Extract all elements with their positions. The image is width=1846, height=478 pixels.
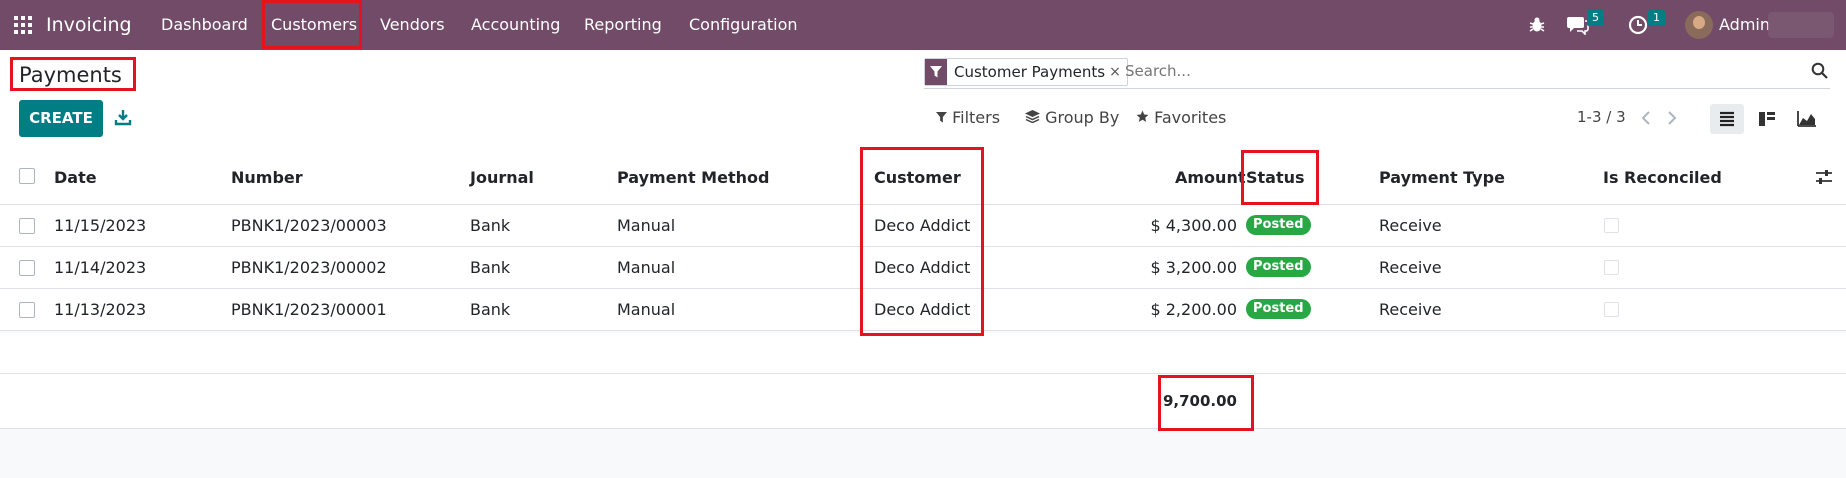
search-underline — [924, 88, 1830, 89]
cell-amount: $ 4,300.00 — [1150, 216, 1237, 235]
groupby-label: Group By — [1045, 108, 1120, 127]
cell-payment-type: Receive — [1379, 258, 1442, 277]
select-all-checkbox[interactable] — [19, 168, 35, 184]
pager-previous-icon[interactable] — [1640, 110, 1652, 126]
cell-payment-method: Manual — [617, 300, 676, 319]
favorites-label: Favorites — [1154, 108, 1227, 127]
user-avatar[interactable] — [1685, 11, 1713, 39]
cell-journal: Bank — [470, 216, 511, 235]
column-header-status[interactable]: Status — [1246, 168, 1305, 187]
cell-date: 11/14/2023 — [54, 258, 147, 277]
column-header-date[interactable]: Date — [54, 168, 97, 187]
menu-vendors[interactable]: Vendors — [380, 0, 445, 50]
cell-customer: Deco Addict — [874, 300, 971, 319]
cell-amount: $ 2,200.00 — [1150, 300, 1237, 319]
cell-payment-type: Receive — [1379, 216, 1442, 235]
layers-icon — [1025, 110, 1040, 124]
user-name[interactable]: Admin — [1719, 0, 1770, 50]
cell-customer: Deco Addict — [874, 216, 971, 235]
menu-customers[interactable]: Customers — [271, 0, 357, 50]
apps-menu-icon[interactable] — [14, 16, 32, 34]
cell-payment-method: Manual — [617, 216, 676, 235]
search-input[interactable] — [1125, 58, 1805, 84]
activities-count-badge: 1 — [1648, 10, 1665, 26]
kanban-view-button[interactable] — [1750, 104, 1784, 134]
column-header-journal[interactable]: Journal — [470, 168, 534, 187]
pager-value[interactable]: 1-3 / 3 — [1577, 108, 1626, 126]
is-reconciled-checkbox — [1604, 218, 1619, 233]
graph-view-button[interactable] — [1790, 104, 1824, 134]
is-reconciled-checkbox — [1604, 260, 1619, 275]
cell-payment-type: Receive — [1379, 300, 1442, 319]
is-reconciled-checkbox — [1604, 302, 1619, 317]
column-header-number[interactable]: Number — [231, 168, 303, 187]
pager-next-icon[interactable] — [1666, 110, 1678, 126]
page-title: Payments — [19, 63, 122, 87]
app-name[interactable]: Invoicing — [46, 0, 132, 50]
facet-label: Customer Payments — [954, 63, 1106, 81]
status-badge: Posted — [1246, 299, 1311, 319]
filters-dropdown[interactable]: Filters — [936, 108, 1000, 127]
filter-icon — [936, 112, 947, 123]
column-header-amount[interactable]: Amount — [1175, 168, 1245, 187]
column-header-customer[interactable]: Customer — [874, 168, 961, 187]
favorites-dropdown[interactable]: Favorites — [1136, 108, 1226, 127]
list-view-icon — [1720, 111, 1734, 127]
area-chart-icon — [1797, 111, 1816, 127]
cell-number: PBNK1/2023/00003 — [231, 216, 387, 235]
search-facet[interactable]: Customer Payments × — [924, 58, 1128, 86]
search-icon[interactable] — [1811, 62, 1828, 79]
table-footer — [0, 374, 1846, 429]
kanban-view-icon — [1759, 112, 1775, 126]
cell-number: PBNK1/2023/00002 — [231, 258, 387, 277]
row-checkbox[interactable] — [19, 302, 35, 318]
download-icon[interactable] — [114, 108, 132, 126]
status-badge: Posted — [1246, 257, 1311, 277]
cell-date: 11/13/2023 — [54, 300, 147, 319]
column-header-is-reconciled[interactable]: Is Reconciled — [1603, 168, 1722, 187]
empty-table-row — [0, 333, 1846, 374]
cell-number: PBNK1/2023/00001 — [231, 300, 387, 319]
menu-reporting[interactable]: Reporting — [584, 0, 662, 50]
column-header-payment-type[interactable]: Payment Type — [1379, 168, 1505, 187]
debug-bug-icon[interactable] — [1527, 15, 1547, 35]
amount-total: 9,700.00 — [1162, 392, 1237, 410]
cell-date: 11/15/2023 — [54, 216, 147, 235]
create-button[interactable]: CREATE — [19, 100, 103, 137]
menu-configuration[interactable]: Configuration — [689, 0, 798, 50]
row-checkbox[interactable] — [19, 218, 35, 234]
cell-amount: $ 3,200.00 — [1150, 258, 1237, 277]
status-badge: Posted — [1246, 215, 1311, 235]
filters-label: Filters — [952, 108, 1001, 127]
menu-dashboard[interactable]: Dashboard — [161, 0, 248, 50]
menu-accounting[interactable]: Accounting — [471, 0, 560, 50]
optional-columns-sliders-icon[interactable] — [1815, 169, 1833, 185]
activity-clock-icon[interactable] — [1627, 14, 1649, 36]
messages-count-badge: 5 — [1587, 10, 1604, 26]
cell-payment-method: Manual — [617, 258, 676, 277]
row-checkbox[interactable] — [19, 260, 35, 276]
column-header-payment-method[interactable]: Payment Method — [617, 168, 769, 187]
star-icon — [1136, 110, 1149, 122]
filter-funnel-icon — [925, 59, 947, 85]
cell-customer: Deco Addict — [874, 258, 971, 277]
cell-journal: Bank — [470, 258, 511, 277]
blurred-company-switcher — [1768, 12, 1834, 38]
groupby-dropdown[interactable]: Group By — [1025, 108, 1119, 127]
list-view-button[interactable] — [1710, 104, 1744, 134]
cell-journal: Bank — [470, 300, 511, 319]
